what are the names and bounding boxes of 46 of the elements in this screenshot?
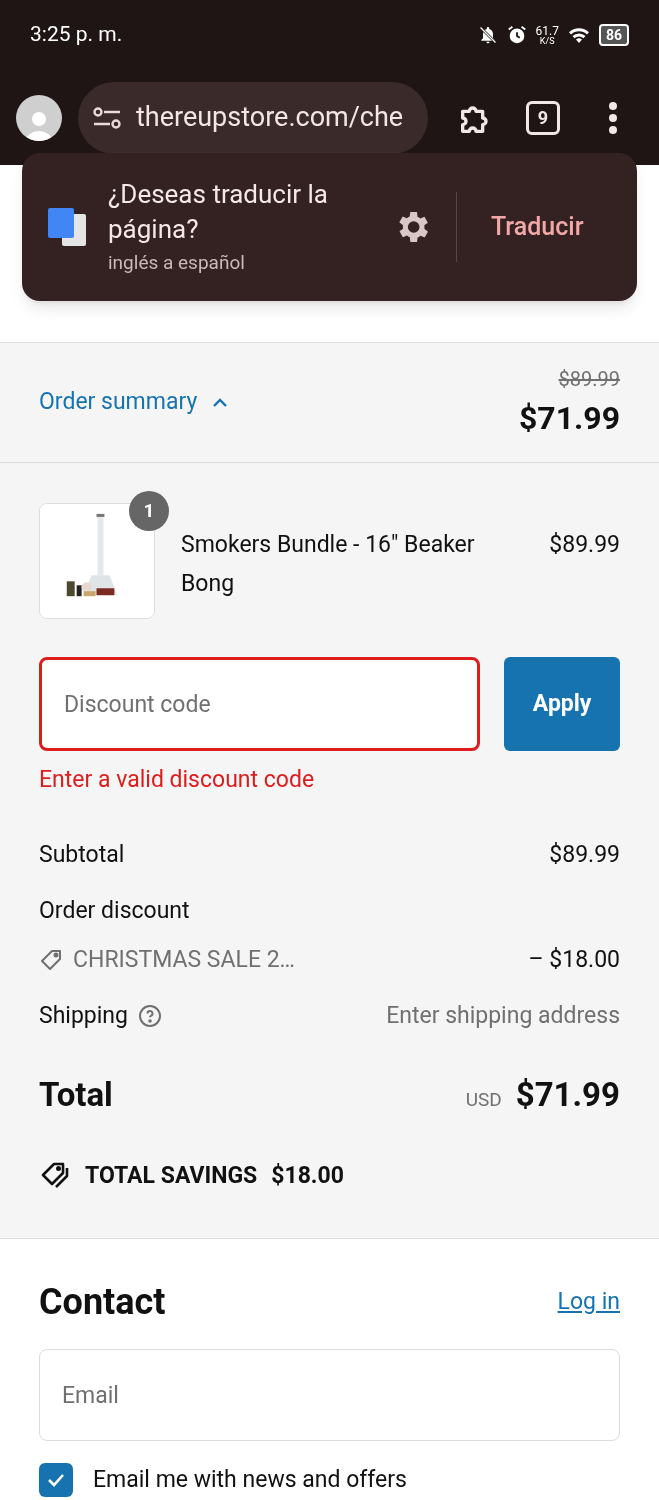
tab-count[interactable]: 9 (526, 100, 560, 135)
apply-button[interactable]: Apply (504, 657, 620, 751)
status-time: 3:25 p. m. (30, 21, 123, 49)
order-summary-toggle[interactable]: Order summary (39, 385, 198, 420)
discount-field[interactable]: Discount code (39, 657, 481, 751)
contact-heading: Contact (39, 1280, 166, 1325)
bell-off-icon (477, 25, 498, 45)
product-name: Smokers Bundle - 16" Beaker Bong (181, 530, 476, 599)
line-value: Enter shipping address (386, 1001, 620, 1031)
currency-code: USD (465, 1086, 502, 1113)
quantity-badge: 1 (129, 491, 169, 531)
line-value: – $18.00 (528, 944, 620, 975)
tag-icon (39, 947, 63, 972)
url-text: thereupstore.com/che (136, 100, 404, 136)
product-price: $89.99 (549, 530, 620, 560)
login-link[interactable]: Log in (557, 1284, 620, 1320)
savings-label: TOTAL SAVINGS (85, 1161, 258, 1191)
savings-value: $18.00 (271, 1161, 344, 1191)
error-message: Enter a valid discount code (39, 765, 316, 795)
more-icon[interactable] (608, 101, 618, 134)
summary-price: $71.99 (518, 397, 620, 439)
line-label: Shipping (39, 1001, 128, 1031)
line-value: $89.99 (549, 839, 620, 870)
total-label: Total (39, 1073, 113, 1116)
speed-unit: K/S (539, 36, 555, 46)
original-price: $89.99 (558, 365, 620, 393)
discount-code: CHRISTMAS SALE 2… (73, 944, 295, 975)
translate-button[interactable]: Traducir (491, 208, 584, 246)
wifi-icon (566, 25, 591, 45)
help-icon[interactable] (137, 1004, 162, 1029)
address-bar[interactable]: thereupstore.com/che (78, 81, 428, 154)
translate-icon[interactable] (46, 206, 88, 248)
network-speed: 61.7 (535, 24, 559, 37)
total-price: $71.99 (515, 1073, 620, 1116)
email-field[interactable]: Email (39, 1349, 620, 1441)
avatar-icon[interactable] (16, 94, 62, 141)
newsletter-checkbox[interactable] (39, 1463, 73, 1498)
line-label: Subtotal (39, 839, 125, 870)
order-summary-bar[interactable]: Order summary $89.99 $71.99 (0, 342, 659, 463)
battery-indicator: 86 (598, 24, 629, 46)
line-label: Order discount (39, 896, 191, 926)
tune-icon[interactable] (92, 105, 122, 130)
translate-title: ¿Deseas traducir la página? (108, 177, 329, 246)
translate-subtitle: inglés a español (108, 249, 246, 276)
newsletter-label: Email me with news and offers (93, 1465, 407, 1495)
check-icon (46, 1472, 66, 1489)
